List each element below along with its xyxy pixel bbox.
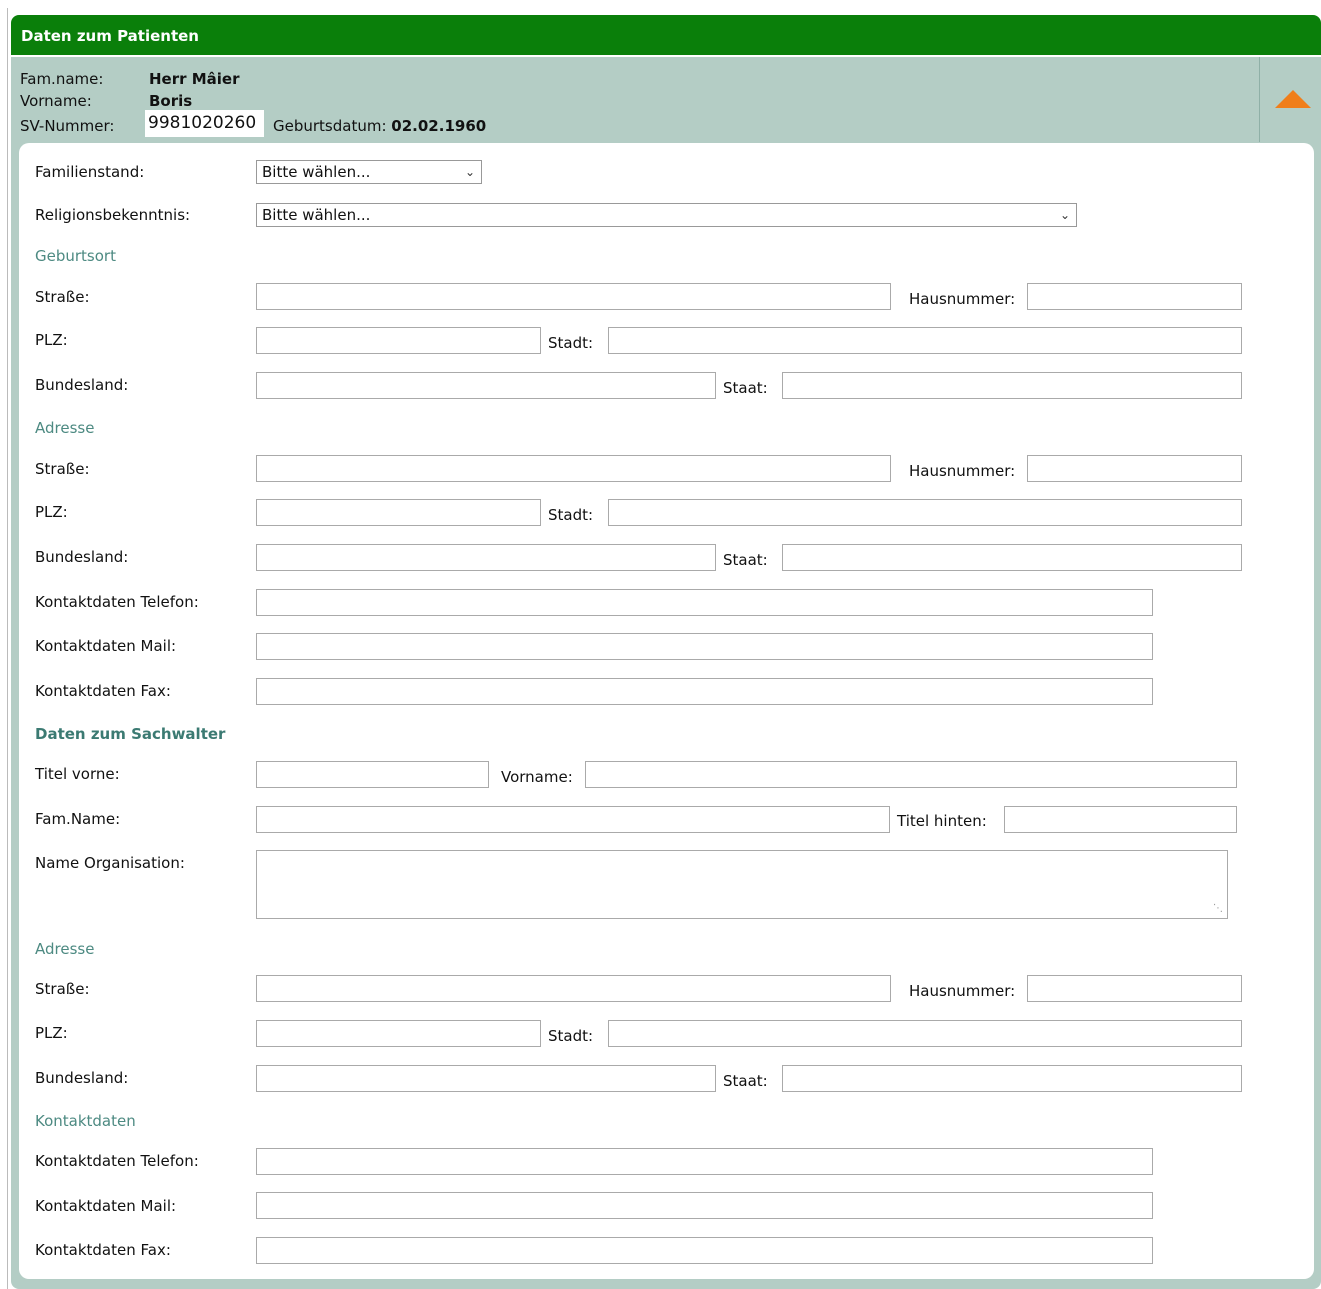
geburtsort-staat-input[interactable] bbox=[782, 372, 1242, 399]
sachwalter-heading: Daten zum Sachwalter bbox=[35, 725, 226, 743]
famname-value: Herr Mâier bbox=[149, 70, 240, 88]
chevron-down-icon: ⌄ bbox=[1059, 208, 1070, 222]
vorname-value: Boris bbox=[149, 92, 193, 110]
geburtsort-hausnummer-label: Hausnummer: bbox=[909, 290, 1016, 308]
geburtsort-bundesland-input[interactable] bbox=[256, 372, 716, 399]
titel-vorne-input[interactable] bbox=[256, 761, 489, 788]
kontaktdaten-heading: Kontaktdaten bbox=[35, 1112, 136, 1130]
sachwalter-mail-label: Kontaktdaten Mail: bbox=[35, 1197, 177, 1215]
sv-number: 9981020260 bbox=[145, 110, 264, 137]
titel-hinten-label: Titel hinten: bbox=[897, 812, 987, 830]
geburt-value: 02.02.1960 bbox=[391, 117, 487, 135]
geburtsort-strasse-label: Straße: bbox=[35, 288, 90, 306]
adresse-staat-input[interactable] bbox=[782, 544, 1242, 571]
adresse-hausnummer-label: Hausnummer: bbox=[909, 462, 1016, 480]
section-title: Daten zum Patienten bbox=[21, 27, 199, 45]
religion-select[interactable]: Bitte wählen... ⌄ bbox=[256, 203, 1077, 227]
section-header: Daten zum Patienten bbox=[11, 15, 1321, 55]
religion-label: Religionsbekenntnis: bbox=[35, 206, 191, 224]
vorname-label: Vorname: bbox=[20, 92, 92, 110]
sachwalter-vorname-input[interactable] bbox=[585, 761, 1237, 788]
form-card bbox=[19, 143, 1314, 1279]
sachwalter-telefon-input[interactable] bbox=[256, 1148, 1153, 1175]
sachwalter-staat-input[interactable] bbox=[782, 1065, 1242, 1092]
vorname-value-wrap: Boris bbox=[149, 92, 192, 110]
geburtsort-stadt-label: Stadt: bbox=[548, 334, 594, 352]
vorname-row: Vorname: bbox=[20, 92, 92, 110]
sachwalter-plz-label: PLZ: bbox=[35, 1024, 68, 1042]
familienstand-select-value: Bitte wählen... bbox=[262, 163, 371, 181]
telefon-input[interactable] bbox=[256, 589, 1153, 616]
geburtsort-heading: Geburtsort bbox=[35, 247, 116, 265]
sachwalter-famname-input[interactable] bbox=[256, 806, 890, 833]
adresse-heading: Adresse bbox=[35, 419, 95, 437]
geburtsort-bundesland-label: Bundesland: bbox=[35, 376, 129, 394]
sv-row: SV-Nummer: bbox=[20, 117, 114, 135]
geburtsort-stadt-input[interactable] bbox=[608, 327, 1242, 354]
frame-border bbox=[7, 8, 8, 1289]
fax-label: Kontaktdaten Fax: bbox=[35, 682, 171, 700]
adresse-plz-input[interactable] bbox=[256, 499, 541, 526]
sachwalter-staat-label: Staat: bbox=[723, 1072, 768, 1090]
adresse-stadt-input[interactable] bbox=[608, 499, 1242, 526]
mail-label: Kontaktdaten Mail: bbox=[35, 637, 177, 655]
familienstand-select[interactable]: Bitte wählen... ⌄ bbox=[256, 160, 482, 184]
religion-select-value: Bitte wählen... bbox=[262, 206, 371, 224]
sachwalter-famname-label: Fam.Name: bbox=[35, 810, 121, 828]
familienstand-label: Familienstand: bbox=[35, 163, 145, 181]
sachwalter-hausnummer-label: Hausnummer: bbox=[909, 982, 1016, 1000]
adresse-stadt-label: Stadt: bbox=[548, 506, 594, 524]
sv-label: SV-Nummer: bbox=[20, 117, 115, 135]
chevron-down-icon: ⌄ bbox=[464, 165, 475, 179]
organisation-textarea[interactable] bbox=[256, 850, 1228, 919]
geburtsort-hausnummer-input[interactable] bbox=[1027, 283, 1242, 310]
sachwalter-strasse-input[interactable] bbox=[256, 975, 891, 1002]
resize-grip-icon[interactable]: ⋱ bbox=[1213, 903, 1223, 914]
sachwalter-fax-label: Kontaktdaten Fax: bbox=[35, 1241, 171, 1259]
sachwalter-strasse-label: Straße: bbox=[35, 980, 90, 998]
adresse-hausnummer-input[interactable] bbox=[1027, 455, 1242, 482]
telefon-label: Kontaktdaten Telefon: bbox=[35, 593, 199, 611]
geburt-row: Geburtsdatum: 02.02.1960 bbox=[273, 117, 486, 135]
sachwalter-plz-input[interactable] bbox=[256, 1020, 541, 1047]
sachwalter-fax-input[interactable] bbox=[256, 1237, 1153, 1264]
geburtsort-staat-label: Staat: bbox=[723, 379, 768, 397]
sachwalter-stadt-input[interactable] bbox=[608, 1020, 1242, 1047]
adresse-plz-label: PLZ: bbox=[35, 503, 68, 521]
sachwalter-bundesland-input[interactable] bbox=[256, 1065, 716, 1092]
mail-input[interactable] bbox=[256, 633, 1153, 660]
adresse-strasse-label: Straße: bbox=[35, 460, 90, 478]
geburtsort-plz-label: PLZ: bbox=[35, 331, 68, 349]
titel-hinten-input[interactable] bbox=[1004, 806, 1237, 833]
sachwalter-telefon-label: Kontaktdaten Telefon: bbox=[35, 1152, 199, 1170]
sachwalter-mail-input[interactable] bbox=[256, 1192, 1153, 1219]
panel-divider bbox=[1259, 57, 1260, 142]
organisation-label: Name Organisation: bbox=[35, 854, 185, 872]
geburtsort-plz-input[interactable] bbox=[256, 327, 541, 354]
sachwalter-bundesland-label: Bundesland: bbox=[35, 1069, 129, 1087]
sachwalter-vorname-label: Vorname: bbox=[501, 768, 573, 786]
adresse-bundesland-label: Bundesland: bbox=[35, 548, 129, 566]
adresse-bundesland-input[interactable] bbox=[256, 544, 716, 571]
famname-row: Fam.name: bbox=[20, 70, 103, 88]
titel-vorne-label: Titel vorne: bbox=[35, 765, 120, 783]
adresse-strasse-input[interactable] bbox=[256, 455, 891, 482]
fax-input[interactable] bbox=[256, 678, 1153, 705]
adresse-staat-label: Staat: bbox=[723, 551, 768, 569]
triangle-up-icon[interactable] bbox=[1275, 90, 1311, 108]
geburt-label: Geburtsdatum: bbox=[273, 117, 387, 135]
sachwalter-adresse-heading: Adresse bbox=[35, 940, 95, 958]
famname-value-wrap: Herr Mâier bbox=[149, 70, 240, 88]
sachwalter-stadt-label: Stadt: bbox=[548, 1027, 594, 1045]
sachwalter-hausnummer-input[interactable] bbox=[1027, 975, 1242, 1002]
famname-label: Fam.name: bbox=[20, 70, 104, 88]
geburtsort-strasse-input[interactable] bbox=[256, 283, 891, 310]
